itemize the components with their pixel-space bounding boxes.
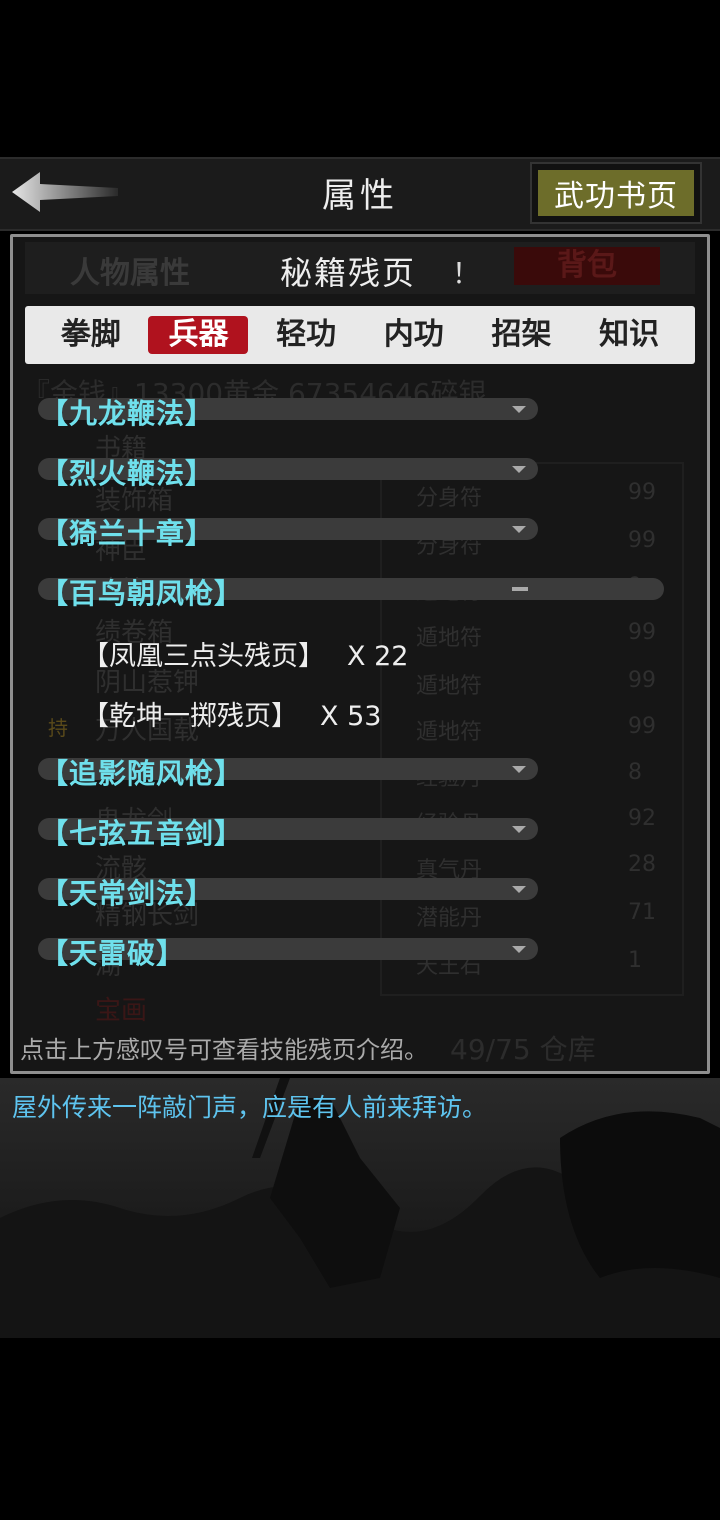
info-exclamation-icon[interactable]: ！	[452, 252, 480, 292]
ghost-right-8: 28	[628, 852, 656, 877]
chevron-down-icon[interactable]	[512, 766, 526, 773]
chevron-down-icon[interactable]	[512, 826, 526, 833]
skill-name[interactable]: 【七弦五音剑】	[40, 812, 243, 852]
chevron-down-icon[interactable]	[512, 946, 526, 953]
tab-inner-force[interactable]: 内功	[364, 316, 464, 354]
fragment-count: X 53	[320, 701, 382, 732]
ghost-left-11: 宝画	[95, 996, 148, 1026]
chevron-down-icon[interactable]	[512, 526, 526, 533]
ghost-right-5: 99	[628, 714, 656, 739]
ghost-right-0: 99	[628, 480, 656, 505]
skill-name[interactable]: 【天雷破】	[40, 932, 185, 972]
martial-book-page-button[interactable]: 武功书页	[530, 162, 702, 224]
hint-text: 点击上方感叹号可查看技能残页介绍。	[20, 1036, 428, 1064]
ghost-storage: 49/75 仓库	[450, 1033, 596, 1066]
skill-name[interactable]: 【烈火鞭法】	[40, 452, 214, 492]
chevron-down-icon[interactable]	[512, 466, 526, 473]
collapse-minus-icon[interactable]	[512, 587, 528, 591]
skill-name[interactable]: 【追影随风枪】	[40, 752, 243, 792]
skill-name[interactable]: 【百鸟朝凤枪】	[40, 572, 243, 612]
panel-title: 秘籍残页	[280, 254, 417, 292]
ghost-right-1: 99	[628, 528, 656, 553]
ghost-right-9: 71	[628, 900, 656, 925]
fragment-item[interactable]: 【凤凰三点头残页】 X 22	[82, 634, 408, 673]
skill-name[interactable]: 【猗兰十章】	[40, 512, 214, 552]
page-title: 属性	[322, 176, 398, 216]
tab-weapon[interactable]: 兵器	[148, 316, 249, 354]
ghost-right-10: 1	[628, 948, 642, 973]
skill-name[interactable]: 【九龙鞭法】	[40, 392, 214, 432]
ghost-mid-5: 遁地符	[416, 720, 483, 745]
fragment-name: 【凤凰三点头残页】	[82, 641, 325, 672]
back-arrow-icon[interactable]	[10, 170, 120, 214]
backpack-tab[interactable]: 背包	[514, 247, 660, 285]
ghost-mid-4: 遁地符	[416, 674, 483, 699]
event-message: 屋外传来一阵敲门声，应是有人前来拜访。	[12, 1093, 488, 1122]
tab-lightness[interactable]: 轻功	[256, 316, 356, 354]
martial-book-page-label: 武功书页	[538, 170, 694, 216]
fragment-count: X 22	[347, 641, 409, 672]
ghost-mark: 持	[48, 716, 68, 740]
fragment-name: 【乾坤一掷残页】	[82, 701, 298, 732]
skill-name[interactable]: 【天常剑法】	[40, 872, 214, 912]
ghost-right-3: 99	[628, 620, 656, 645]
tab-knowledge[interactable]: 知识	[579, 316, 679, 354]
chevron-down-icon[interactable]	[512, 886, 526, 893]
ghost-mid-0: 分身符	[416, 486, 483, 511]
ghost-right-6: 8	[628, 760, 642, 785]
category-tab-bar: 拳脚 兵器 轻功 内功 招架 知识	[25, 306, 695, 364]
character-attributes-tab[interactable]: 人物属性	[70, 248, 190, 292]
fragment-item[interactable]: 【乾坤一掷残页】 X 53	[82, 694, 381, 733]
ghost-right-7: 92	[628, 806, 656, 831]
ghost-right-4: 99	[628, 668, 656, 693]
ghost-mid-3: 遁地符	[416, 626, 483, 651]
tab-fist[interactable]: 拳脚	[41, 316, 141, 354]
chevron-down-icon[interactable]	[512, 406, 526, 413]
ghost-mid-9: 潜能丹	[416, 906, 483, 931]
tab-parry[interactable]: 招架	[471, 316, 571, 354]
